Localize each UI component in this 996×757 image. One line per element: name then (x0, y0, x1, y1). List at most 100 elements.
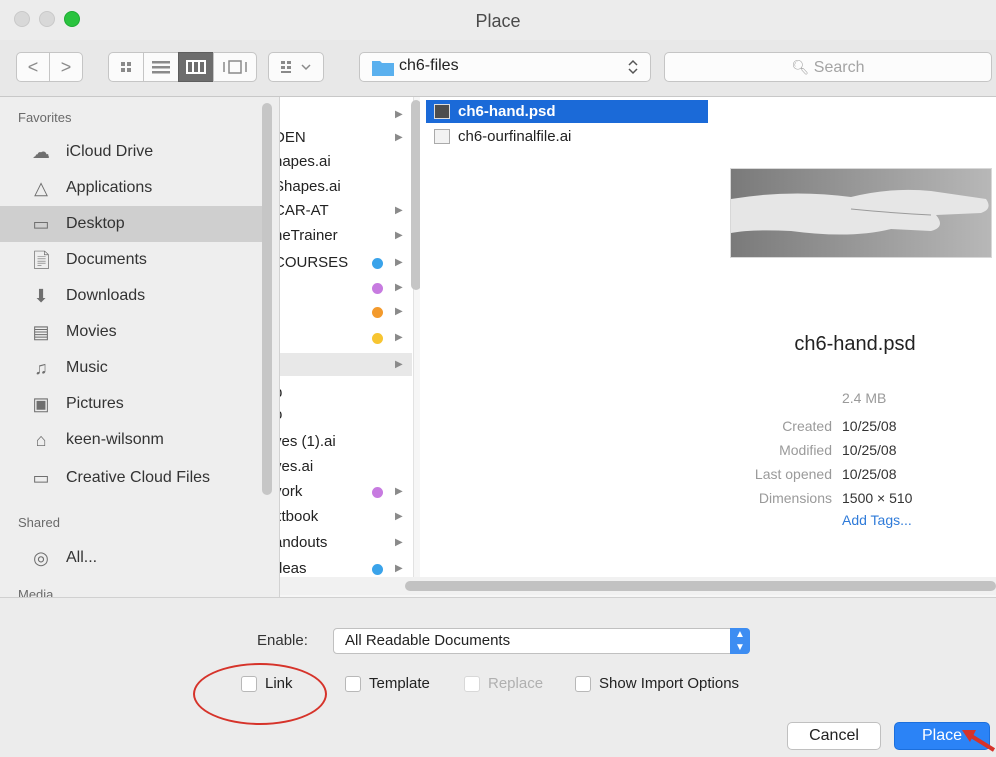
replace-checkbox[interactable] (464, 676, 480, 692)
favorites-header: Favorites (18, 110, 72, 125)
psd-file-icon (434, 104, 450, 119)
enable-select[interactable]: All Readable Documents ▲ ▼ (333, 628, 750, 654)
downloads-icon: ⬇︎ (33, 286, 49, 306)
sidebar-item-pictures[interactable]: ▣ Pictures (0, 386, 262, 422)
sidebar-item-all-shared[interactable]: ◎ All... (0, 540, 262, 576)
list-item[interactable]: CAR-AT▶ (280, 199, 412, 222)
list-item[interactable]: ▶ (280, 326, 412, 349)
back-button[interactable]: < (16, 52, 50, 82)
home-icon: ⌂ (35, 430, 47, 450)
list-item[interactable]: o (280, 403, 412, 426)
arrange-menu-button[interactable] (268, 52, 324, 82)
list-item[interactable]: COURSES ▶ (280, 251, 412, 274)
file-item[interactable]: ch6-ourfinalfile.ai (426, 125, 708, 148)
sidebar-item-home[interactable]: ⌂ keen-wilsonm (0, 422, 262, 458)
sidebar-item-movies[interactable]: ▤ Movies (0, 314, 262, 350)
shared-header: Shared (18, 515, 60, 530)
list-item[interactable]: Shapes.ai (280, 175, 412, 198)
file-item-selected[interactable]: ch6-hand.psd (426, 100, 708, 123)
icon-view-button[interactable] (108, 52, 144, 82)
enable-label: Enable: (257, 632, 308, 649)
column-view-button[interactable] (178, 52, 214, 82)
sidebar-item-creative-cloud-files[interactable]: ▭ Creative Cloud Files (0, 460, 262, 496)
updown-chevron-icon (628, 59, 638, 75)
list-item[interactable]: ▶ (280, 300, 412, 323)
list-item[interactable]: andouts▶ (280, 531, 412, 554)
template-checkbox[interactable] (345, 676, 361, 692)
last-opened-value: 10/25/08 (842, 466, 897, 482)
search-field[interactable]: 🔍︎ Search (664, 52, 992, 82)
updown-chevron-icon: ▲ ▼ (730, 628, 750, 654)
cancel-button[interactable]: Cancel (787, 722, 881, 750)
preview-filename: ch6-hand.psd (794, 333, 916, 355)
sidebar-item-applications[interactable]: △ Applications (0, 170, 262, 206)
list-item[interactable]: ves (1).ai (280, 430, 412, 453)
disclosure-arrow-icon: ▶ (395, 257, 403, 268)
tag-dot-blue (372, 258, 383, 269)
disclosure-arrow-icon: ▶ (395, 132, 403, 143)
search-icon: 🔍︎ (791, 59, 810, 75)
replace-label: Replace (488, 675, 544, 692)
list-view-button[interactable] (143, 52, 179, 82)
sidebar: Favorites ☁︎ iCloud Drive △ Applications… (0, 97, 280, 597)
desktop-icon: ▭ (32, 214, 50, 234)
folder-icon: ▭ (32, 468, 50, 488)
list-item[interactable]: p (280, 381, 412, 404)
tag-dot-purple (372, 487, 383, 498)
place-dialog: Place < > ch6-files 🔍︎ Search Favorites … (0, 0, 996, 757)
list-item[interactable]: ▶ (280, 276, 412, 299)
path-popup[interactable]: ch6-files (359, 52, 651, 82)
list-item-selected[interactable]: ▶ (280, 353, 412, 376)
disclosure-arrow-icon: ▶ (395, 230, 403, 241)
dimensions-label: Dimensions (758, 490, 832, 506)
path-label: ch6-files (399, 57, 459, 74)
list-item[interactable]: ▶ (280, 103, 412, 126)
add-tags-link[interactable]: Add Tags... (842, 512, 912, 528)
arrange-icon (281, 61, 311, 73)
enable-select-value: All Readable Documents (345, 632, 511, 649)
sidebar-item-downloads[interactable]: ⬇︎ Downloads (0, 278, 262, 314)
browser-column-files: ch6-hand.psd ch6-ourfinalfile.ai (420, 97, 715, 581)
horizontal-scrollbar[interactable] (405, 581, 996, 591)
browser-column-parent: ▶ DEN▶ hapes.ai Shapes.ai CAR-AT▶ heTrai… (280, 97, 414, 581)
list-item[interactable]: hapes.ai (280, 150, 412, 173)
modified-value: 10/25/08 (842, 442, 897, 458)
coverflow-view-icon (223, 60, 247, 74)
preview-size: 2.4 MB (842, 390, 887, 406)
last-opened-label: Last opened (754, 466, 832, 482)
list-item[interactable]: DEN▶ (280, 126, 412, 149)
options-panel: Enable: All Readable Documents ▲ ▼ Link T… (0, 597, 996, 757)
disclosure-arrow-icon: ▶ (395, 332, 403, 343)
sidebar-item-documents[interactable]: 📄︎ Documents (0, 242, 262, 278)
modified-label: Modified (779, 442, 832, 458)
cloud-icon: ☁︎ (32, 142, 50, 162)
column-view-icon (186, 60, 206, 74)
list-item[interactable]: vork▶ (280, 480, 412, 503)
sidebar-item-music[interactable]: ♫ Music (0, 350, 262, 386)
documents-icon: 📄︎ (30, 250, 53, 270)
icon-view-icon (121, 62, 131, 72)
sidebar-scrollbar[interactable] (262, 103, 272, 495)
music-icon: ♫ (34, 358, 48, 378)
media-header: Media (18, 587, 54, 597)
disclosure-arrow-icon: ▶ (395, 511, 403, 522)
tag-dot-purple (372, 283, 383, 294)
title-bar: Place (0, 0, 996, 40)
created-value: 10/25/08 (842, 418, 897, 434)
hand-image (731, 169, 991, 257)
show-import-options-checkbox[interactable] (575, 676, 591, 692)
list-item[interactable]: xtbook▶ (280, 505, 412, 528)
sidebar-item-icloud-drive[interactable]: ☁︎ iCloud Drive (0, 134, 262, 170)
list-item[interactable]: ves.ai (280, 455, 412, 478)
coverflow-view-button[interactable] (213, 52, 257, 82)
disclosure-arrow-icon: ▶ (395, 282, 403, 293)
list-item[interactable]: heTrainer ▶ (280, 224, 412, 247)
annotation-circle (193, 663, 327, 725)
template-label: Template (369, 675, 430, 692)
forward-button[interactable]: > (49, 52, 83, 82)
tag-dot-orange (372, 307, 383, 318)
created-label: Created (782, 418, 832, 434)
applications-icon: △ (34, 178, 48, 198)
sidebar-item-desktop[interactable]: ▭ Desktop (0, 206, 262, 242)
disclosure-arrow-icon: ▶ (395, 486, 403, 497)
